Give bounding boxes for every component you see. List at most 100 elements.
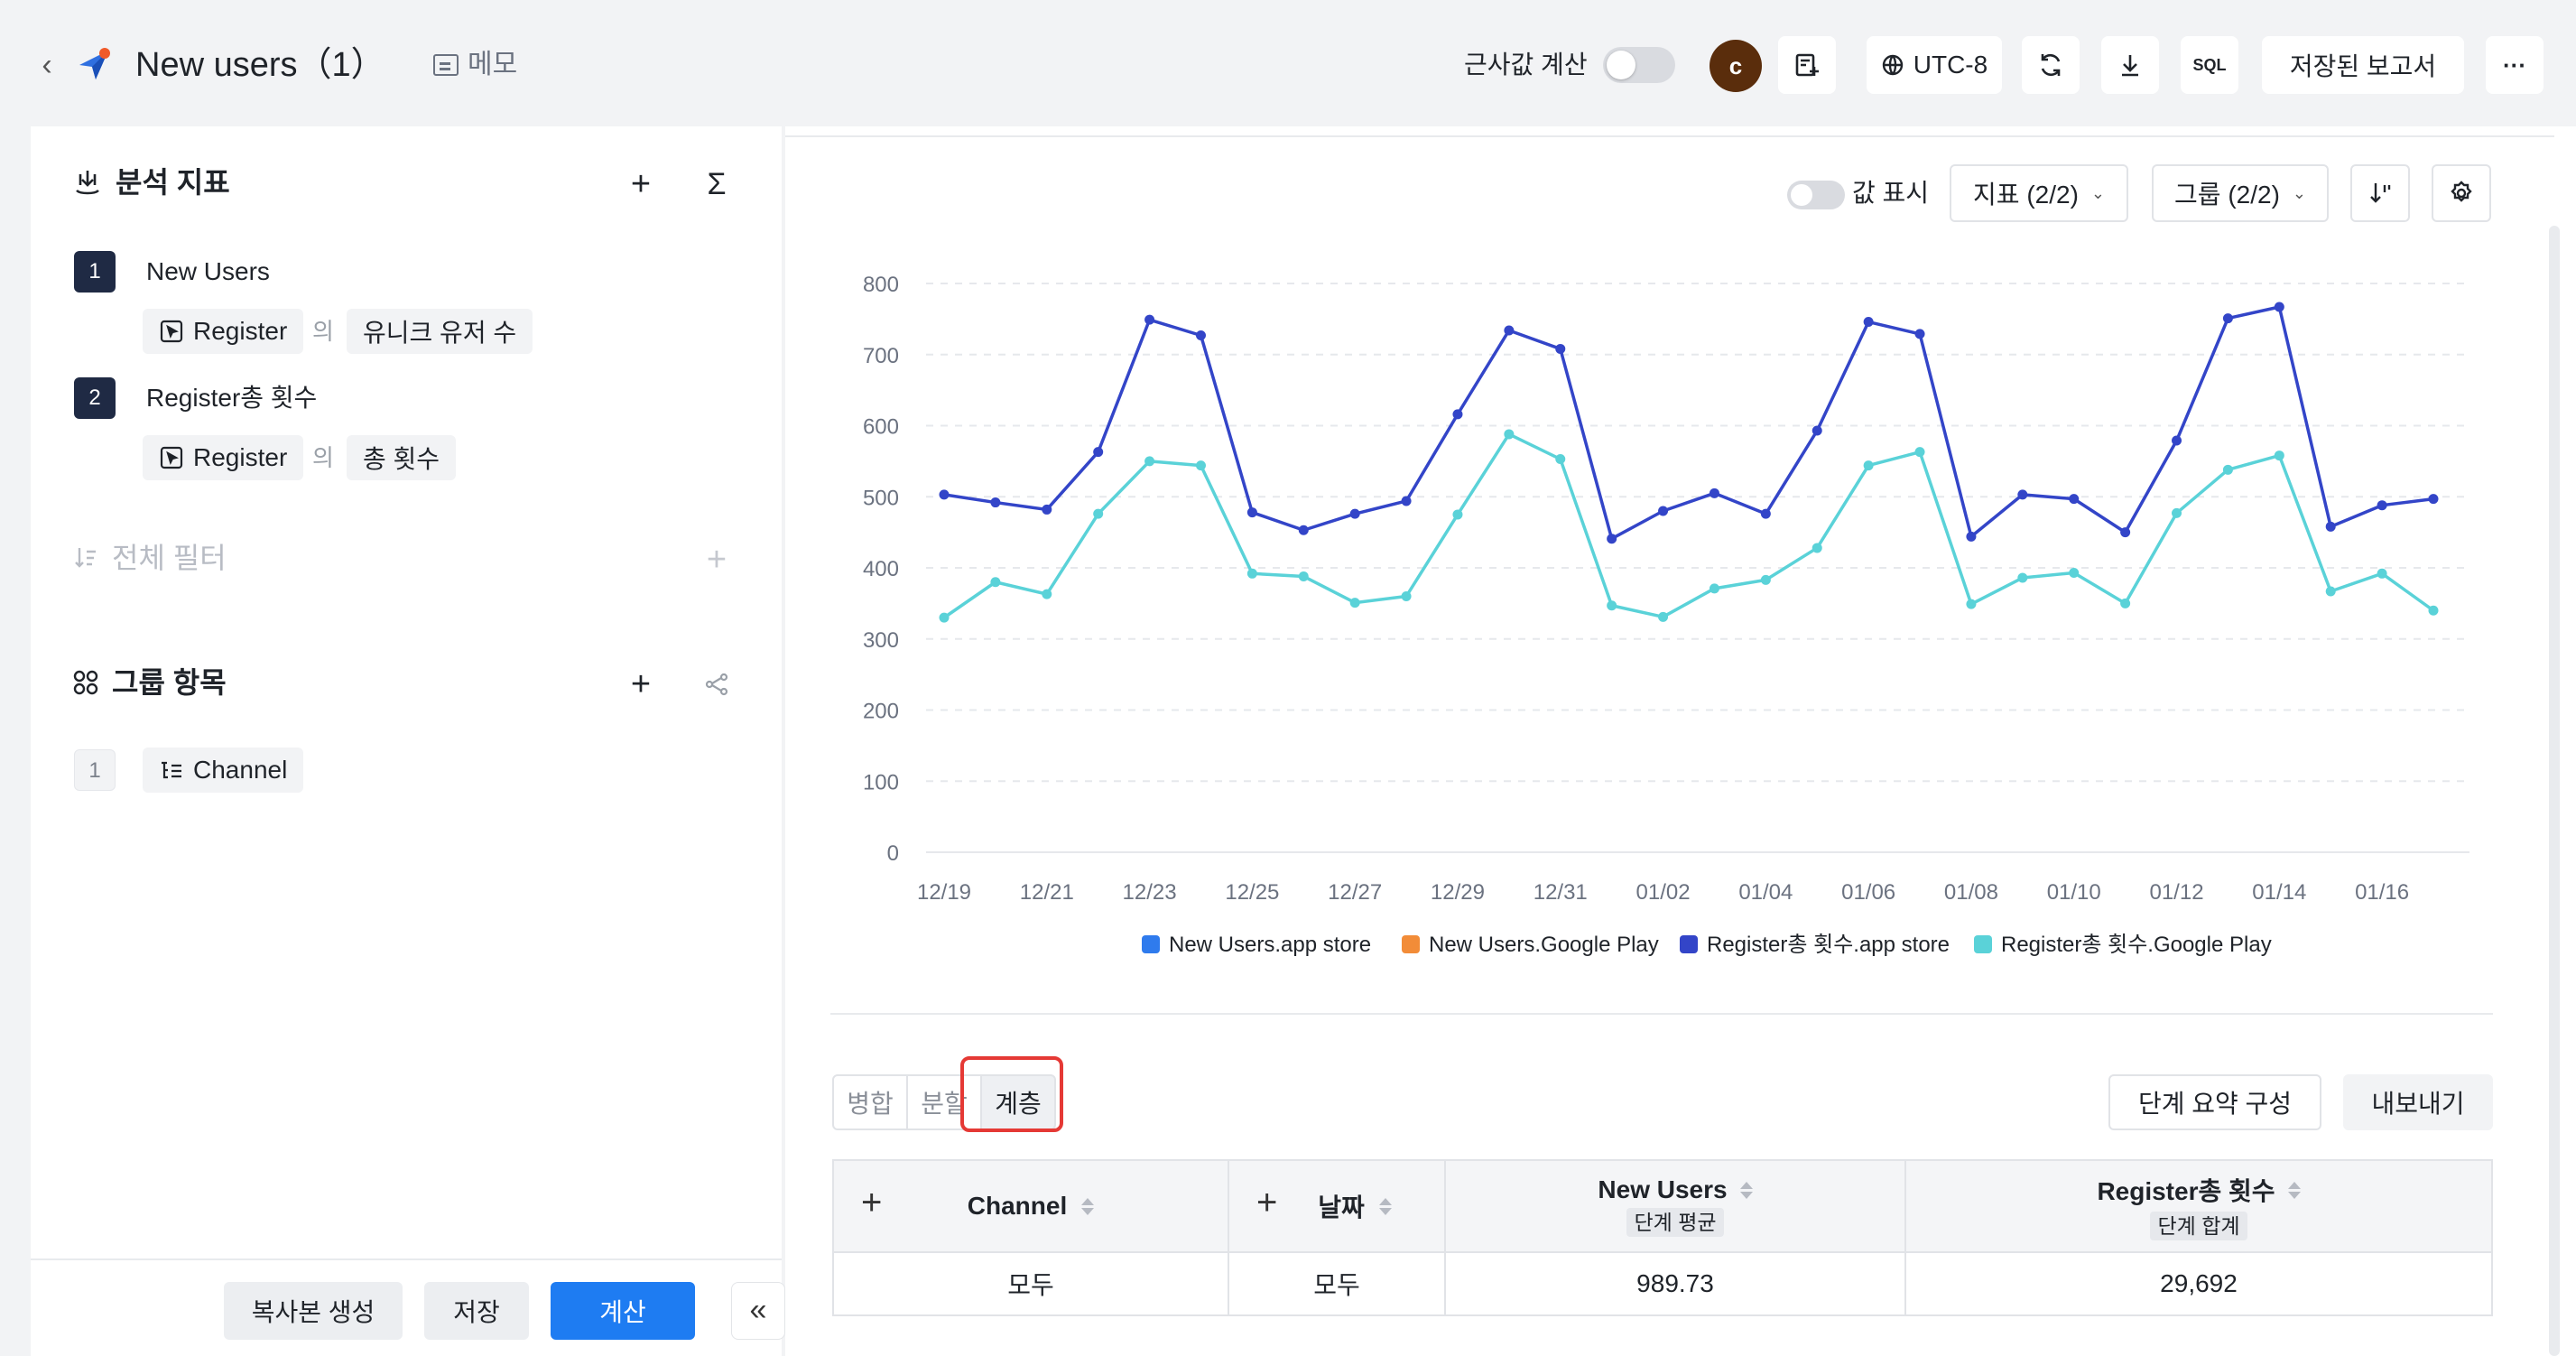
approx-calc-toggle[interactable] — [1603, 47, 1675, 83]
data-point — [2274, 450, 2284, 461]
column-header-new-users[interactable]: New Users 단계 평균 — [1446, 1161, 1904, 1251]
metric-select-dropdown[interactable]: 지표 (2/2) ⌄ — [1950, 164, 2128, 222]
y-tick-label: 700 — [863, 344, 899, 368]
add-metric-plus-icon[interactable]: + — [621, 164, 661, 204]
y-tick-label: 400 — [863, 557, 899, 581]
collapse-panel-button[interactable]: « — [731, 1282, 785, 1340]
metric-event-chip[interactable]: Register — [143, 309, 304, 354]
chart-settings-button[interactable] — [2432, 164, 2491, 222]
data-point — [1914, 329, 1925, 339]
event-cursor-icon — [160, 320, 183, 343]
expand-plus-icon[interactable]: + — [861, 1183, 882, 1223]
column-header-register-total[interactable]: Register총 횟수 단계 합계 — [1906, 1161, 2491, 1251]
data-point — [2069, 568, 2080, 579]
mode-merge-tab[interactable]: 병합 — [832, 1074, 908, 1130]
data-point — [1966, 599, 1977, 609]
legend-swatch — [1402, 935, 1420, 953]
data-point — [2120, 527, 2131, 538]
calculate-button[interactable]: 계산 — [551, 1282, 695, 1340]
step-summary-button[interactable]: 단계 요약 구성 — [2108, 1074, 2321, 1130]
metrics-section-title: 분석 지표 — [72, 163, 230, 202]
share-nodes-icon[interactable] — [697, 664, 737, 704]
vertical-scrollbar[interactable] — [2549, 226, 2560, 1356]
x-tick-label: 12/25 — [1225, 880, 1279, 905]
data-point — [1195, 460, 1206, 471]
globe-icon — [1882, 54, 1903, 76]
show-values-toggle[interactable] — [1787, 181, 1845, 209]
y-tick-label: 800 — [863, 273, 899, 297]
metrics-title-label: 분석 지표 — [116, 166, 230, 199]
memo-label: 메모 — [468, 50, 518, 79]
sort-arrows-icon[interactable] — [1739, 1181, 1753, 1199]
table-cell-new-users: 989.73 — [1636, 1269, 1714, 1297]
metric-event-chip[interactable]: Register — [143, 435, 304, 480]
refresh-button[interactable] — [2022, 36, 2080, 94]
user-avatar[interactable]: c — [1710, 40, 1762, 92]
data-point — [2377, 500, 2387, 511]
x-tick-label: 12/19 — [917, 880, 971, 905]
data-point — [1658, 611, 1669, 622]
event-cursor-icon — [160, 446, 183, 469]
legend-label: New Users.app store — [1169, 933, 1371, 957]
data-point — [1504, 325, 1515, 336]
add-group-plus-icon[interactable]: + — [621, 664, 661, 704]
table-cell-register-total: 29,692 — [2160, 1269, 2238, 1297]
group-channel-chip[interactable]: Channel — [143, 748, 304, 793]
column-label: Channel — [967, 1192, 1068, 1220]
memo-button[interactable]: 메모 — [433, 47, 517, 83]
data-point — [1607, 600, 1617, 611]
sort-order-button[interactable] — [2350, 164, 2410, 222]
column-label: 날짜 — [1318, 1193, 1365, 1221]
download-button[interactable] — [2101, 36, 2159, 94]
metric-name[interactable]: New Users — [146, 251, 270, 293]
data-point — [1966, 531, 1977, 542]
y-tick-label: 600 — [863, 415, 899, 440]
sort-arrows-icon[interactable] — [2287, 1181, 2301, 1199]
download-icon — [2122, 55, 2138, 77]
sigma-formula-icon[interactable]: Σ — [697, 164, 737, 204]
timezone-button[interactable]: UTC-8 — [1867, 36, 2002, 94]
metric-measure-chip[interactable]: 유니크 유저 수 — [347, 309, 533, 354]
add-filter-plus-icon[interactable]: + — [697, 540, 737, 580]
data-point — [939, 489, 950, 500]
group-select-dropdown[interactable]: 그룹 (2/2) ⌄ — [2152, 164, 2329, 222]
legend-label: New Users.Google Play — [1429, 933, 1659, 957]
data-point — [990, 577, 1001, 588]
sort-arrows-icon[interactable] — [1081, 1197, 1095, 1215]
export-button[interactable]: 내보내기 — [2343, 1074, 2493, 1130]
saved-reports-button[interactable]: 저장된 보고서 — [2262, 36, 2464, 94]
metric-measure-chip[interactable]: 총 횟수 — [347, 435, 457, 480]
chart-table-divider — [830, 1013, 2493, 1015]
series-line — [943, 305, 2434, 541]
more-options-button[interactable]: ··· — [2486, 36, 2544, 94]
sql-button[interactable]: SQL — [2181, 36, 2238, 94]
data-point — [939, 612, 950, 623]
legend-label: Register총 횟수.app store — [1707, 933, 1950, 957]
data-point — [2428, 494, 2439, 505]
group-grid-icon — [73, 670, 98, 695]
expand-plus-icon[interactable]: + — [1256, 1183, 1277, 1223]
chevron-down-icon: ⌄ — [2292, 183, 2306, 202]
data-point — [1349, 598, 1360, 608]
data-point — [1093, 508, 1104, 519]
sort-arrows-icon[interactable] — [1378, 1197, 1392, 1215]
create-copy-button[interactable]: 복사본 생성 — [224, 1282, 403, 1340]
legend-label: Register총 횟수.Google Play — [2001, 933, 2272, 957]
data-point — [1401, 591, 1412, 601]
data-point — [2222, 464, 2233, 475]
data-point — [1042, 589, 1052, 599]
save-button[interactable]: 저장 — [424, 1282, 529, 1340]
data-point — [1709, 583, 1719, 594]
x-tick-label: 01/08 — [1944, 880, 1998, 905]
back-chevron-icon[interactable]: ‹ — [34, 47, 60, 83]
column-header-channel[interactable]: + Channel — [834, 1161, 1228, 1251]
data-point — [2428, 605, 2439, 616]
add-to-dashboard-button[interactable] — [1778, 36, 1836, 94]
x-tick-label: 12/23 — [1123, 880, 1177, 905]
data-point — [1812, 543, 1822, 553]
data-point — [1452, 509, 1463, 520]
metric-name[interactable]: Register총 횟수 — [146, 377, 317, 419]
column-header-date[interactable]: + 날짜 — [1229, 1161, 1444, 1251]
group-index-badge: 1 — [74, 749, 116, 791]
data-point — [1298, 571, 1309, 581]
